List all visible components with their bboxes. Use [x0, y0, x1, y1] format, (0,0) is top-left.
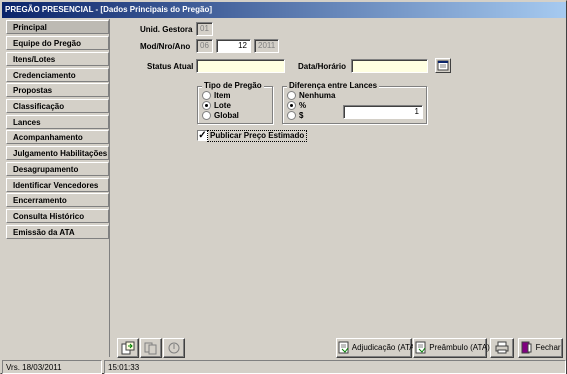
tipo-pregao-legend: Tipo de Pregão — [202, 81, 264, 90]
status-field[interactable] — [196, 59, 285, 73]
ano-field[interactable]: 2011 — [254, 39, 279, 53]
calendar-icon — [437, 60, 449, 71]
radio-icon — [287, 91, 296, 100]
tipo-lote-label: Lote — [214, 101, 231, 110]
fechar-button[interactable]: Fechar — [518, 338, 563, 358]
adjudicacao-label: Adjudicação (ATA) — [351, 343, 418, 352]
data-horario-label: Data/Horário — [298, 62, 347, 71]
radio-selected-icon — [202, 101, 211, 110]
sidebar-item-principal[interactable]: Principal — [6, 20, 109, 34]
title-bar: PREGÃO PRESENCIAL - [Dados Principais do… — [2, 2, 566, 18]
print-button[interactable] — [490, 338, 514, 358]
tipo-global-label: Global — [214, 111, 239, 120]
diferenca-nenhuma-radio[interactable]: Nenhuma — [287, 91, 335, 101]
sidebar-item-acompanhamento[interactable]: Acompanhamento — [6, 130, 109, 144]
preambulo-button[interactable]: Preâmbulo (ATA) — [413, 338, 490, 358]
copy-button[interactable] — [140, 338, 162, 358]
unid-gestora-field[interactable]: 01 — [196, 22, 213, 36]
radio-icon — [202, 111, 211, 120]
diferenca-percent-radio[interactable]: % — [287, 101, 306, 111]
sidebar-item-equipe[interactable]: Equipe do Pregão — [6, 36, 109, 50]
tipo-item-radio[interactable]: Item — [202, 91, 230, 101]
power-icon — [168, 342, 180, 354]
fechar-label: Fechar — [535, 343, 561, 352]
mod-field[interactable]: 06 — [196, 39, 213, 53]
sidebar-item-consulta-historico[interactable]: Consulta Histórico — [6, 209, 109, 223]
diferenca-dollar-label: $ — [299, 111, 304, 120]
sidebar-item-encerramento[interactable]: Encerramento — [6, 193, 109, 207]
sidebar-item-credenciamento[interactable]: Credenciamento — [6, 68, 109, 82]
exit-door-icon — [521, 341, 532, 354]
sidebar-item-identificar-vencedores[interactable]: Identificar Vencedores — [6, 178, 109, 192]
diferenca-nenhuma-label: Nenhuma — [299, 91, 336, 100]
document-icon — [415, 341, 426, 354]
export-button[interactable] — [117, 338, 139, 358]
data-horario-field[interactable] — [351, 59, 428, 73]
main-window: PREGÃO PRESENCIAL - [Dados Principais do… — [0, 0, 567, 374]
sidebar-item-lances[interactable]: Lances — [6, 115, 109, 129]
printer-icon — [495, 341, 509, 354]
window-title: PREGÃO PRESENCIAL - [Dados Principais do… — [5, 5, 212, 14]
tipo-global-radio[interactable]: Global — [202, 111, 239, 121]
diferenca-lances-legend: Diferença entre Lances — [287, 81, 380, 90]
radio-icon — [287, 111, 296, 120]
sidebar-item-desagrupamento[interactable]: Desagrupamento — [6, 162, 109, 176]
preambulo-label: Preâmbulo (ATA) — [429, 343, 490, 352]
status-label: Status Atual — [147, 62, 194, 71]
status-time: 15:01:33 — [104, 360, 566, 374]
diferenca-percent-label: % — [299, 101, 307, 110]
status-version: Vrs. 18/03/2011 — [2, 360, 102, 374]
mod-nro-ano-label: Mod/Nro/Ano — [140, 42, 191, 51]
calendar-button[interactable] — [435, 58, 451, 73]
sidebar-item-julgamento[interactable]: Julgamento Habilitações — [6, 146, 109, 160]
document-icon — [338, 341, 349, 354]
radio-selected-icon — [287, 101, 296, 110]
sidebar: Principal Equipe do Pregão Itens/Lotes C… — [4, 19, 110, 357]
tipo-item-label: Item — [214, 91, 231, 100]
unid-gestora-label: Unid. Gestora — [140, 25, 193, 34]
publicar-label[interactable]: Publicar Preço Estimado — [207, 130, 308, 142]
diferenca-dollar-radio[interactable]: $ — [287, 111, 303, 121]
sidebar-item-propostas[interactable]: Propostas — [6, 83, 109, 97]
power-button[interactable] — [163, 338, 185, 358]
bottom-toolbar: Adjudicação (ATA) Preâmbulo (ATA) Fechar — [116, 337, 565, 359]
tipo-lote-radio[interactable]: Lote — [202, 101, 231, 111]
export-icon — [121, 341, 135, 355]
radio-icon — [202, 91, 211, 100]
nro-field[interactable]: 12 — [216, 39, 251, 53]
status-bar: Vrs. 18/03/2011 15:01:33 — [2, 360, 566, 374]
diferenca-value-field[interactable]: 1 — [343, 105, 423, 119]
sidebar-item-itens-lotes[interactable]: Itens/Lotes — [6, 52, 109, 66]
sidebar-item-emissao-ata[interactable]: Emissão da ATA — [6, 225, 109, 239]
sidebar-item-classificacao[interactable]: Classificação — [6, 99, 109, 113]
adjudicacao-button[interactable]: Adjudicação (ATA) — [336, 338, 417, 358]
copy-icon — [144, 342, 157, 355]
